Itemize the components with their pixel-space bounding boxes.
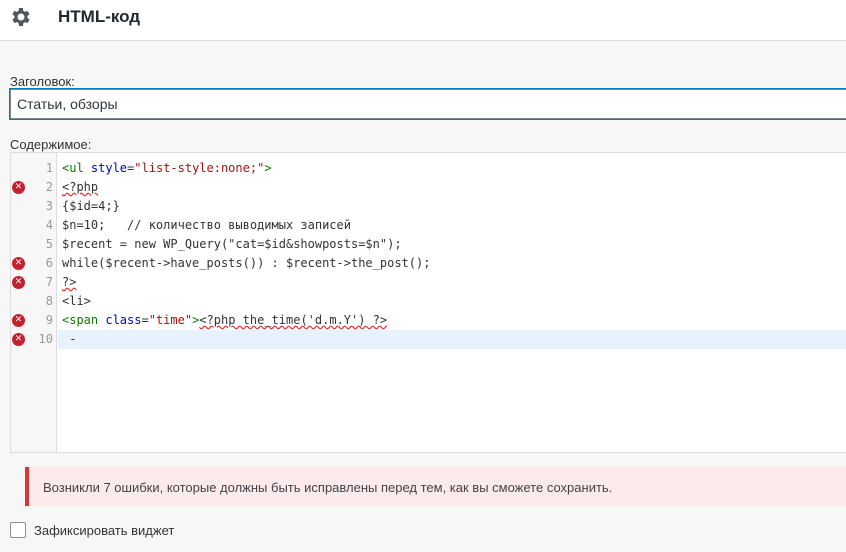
- code-text: -: [62, 332, 77, 346]
- line-number: 2: [45, 180, 53, 194]
- code-editor[interactable]: 1 <ul style="list-style:none;"> ✕ 2 <?ph…: [10, 152, 846, 453]
- line-number: 7: [45, 275, 53, 289]
- code-text: while($recent->have_posts()) : $recent->…: [62, 256, 431, 270]
- code-line: 5 $recent = new WP_Query("cat=$id&showpo…: [11, 235, 846, 254]
- line-number: 6: [45, 256, 53, 270]
- line-number: 4: [45, 218, 53, 232]
- code-line: ✕ 7 ?>: [11, 273, 846, 292]
- code-text: ?>: [62, 275, 77, 289]
- error-notice: Возникли 7 ошибки, которые должны быть и…: [25, 467, 846, 506]
- code-line: 1 <ul style="list-style:none;">: [11, 159, 846, 178]
- code-line: 8 <li>: [11, 292, 846, 311]
- error-notice-text: Возникли 7 ошибки, которые должны быть и…: [43, 480, 613, 495]
- code-text: <ul style="list-style:none;">: [62, 161, 272, 175]
- line-number: 5: [45, 237, 53, 251]
- code-line: ✕ 6 while($recent->have_posts()) : $rece…: [11, 254, 846, 273]
- code-line: 3 {$id=4;}: [11, 197, 846, 216]
- code-text: $n=10; // количество выводимых записей: [62, 218, 351, 232]
- fix-widget-label[interactable]: Зафиксировать виджет: [34, 523, 174, 538]
- widget-title: HTML-код: [58, 7, 141, 26]
- code-text: <li>: [62, 294, 91, 308]
- title-label: Заголовок:: [10, 74, 75, 89]
- title-input[interactable]: [10, 89, 846, 119]
- code-text: $recent = new WP_Query("cat=$id&showpost…: [62, 237, 402, 251]
- code-text: <span class="time"><?php the_time('d.m.Y…: [62, 313, 388, 327]
- code-line: ✕ 10 -: [11, 330, 846, 349]
- fix-widget-checkbox[interactable]: [10, 522, 26, 538]
- widget-header: HTML-код: [0, 0, 846, 41]
- line-number: 8: [45, 294, 53, 308]
- code-line: ✕ 2 <?php: [11, 178, 846, 197]
- line-number: 10: [38, 332, 53, 346]
- code-line: ✕ 9 <span class="time"><?php the_time('d…: [11, 311, 846, 330]
- gear-icon[interactable]: [8, 5, 32, 29]
- code-text: {$id=4;}: [62, 199, 120, 213]
- content-label: Содержимое:: [10, 137, 92, 152]
- line-number: 9: [45, 313, 53, 327]
- line-number: 1: [45, 161, 53, 175]
- line-number: 3: [45, 199, 53, 213]
- code-text: <?php: [62, 180, 99, 194]
- code-line: 4 $n=10; // количество выводимых записей: [11, 216, 846, 235]
